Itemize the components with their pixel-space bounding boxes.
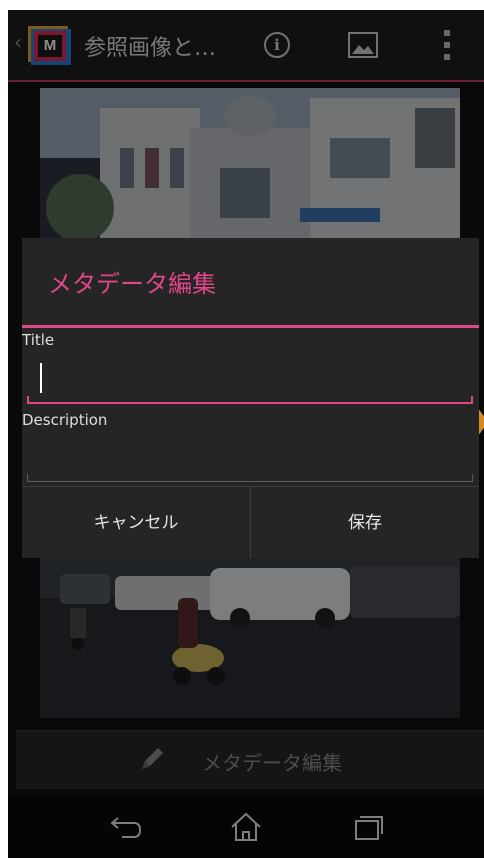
screen: ‹ M 参照画像と… i メタデータ編集 メタデータ編集 Title Descr… xyxy=(8,10,484,858)
edit-metadata-dialog: メタデータ編集 Title Description キャンセル 保存 xyxy=(22,238,479,559)
title-input[interactable] xyxy=(27,396,473,404)
dialog-button-row: キャンセル 保存 xyxy=(22,486,479,559)
save-button[interactable]: 保存 xyxy=(251,487,479,559)
title-field-label: Title xyxy=(22,331,55,349)
description-field-label: Description xyxy=(22,411,108,429)
description-input[interactable] xyxy=(27,474,473,482)
dialog-title: メタデータ編集 xyxy=(48,270,216,298)
text-cursor xyxy=(40,363,42,393)
dialog-title-divider xyxy=(22,325,479,328)
cancel-button[interactable]: キャンセル xyxy=(22,487,250,559)
